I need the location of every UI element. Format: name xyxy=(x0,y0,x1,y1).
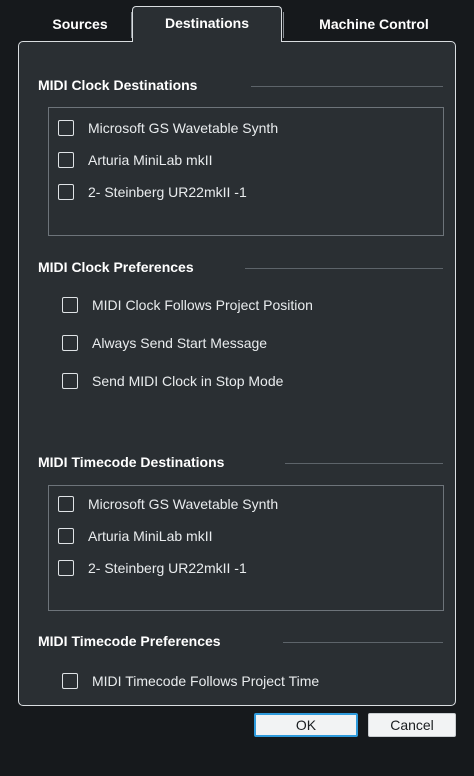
tab-destinations[interactable]: Destinations xyxy=(132,6,282,42)
ok-button[interactable]: OK xyxy=(254,713,358,737)
list-item-label: Microsoft GS Wavetable Synth xyxy=(88,120,279,136)
checkbox-timecode-follows-time[interactable]: MIDI Timecode Follows Project Time xyxy=(62,671,319,691)
timecode-destinations-list[interactable]: Microsoft GS Wavetable Synth Arturia Min… xyxy=(48,485,444,611)
list-item[interactable]: Arturia MiniLab mkII xyxy=(58,150,212,170)
checkbox[interactable] xyxy=(62,673,78,689)
list-item-label: Arturia MiniLab mkII xyxy=(88,528,213,544)
list-item[interactable]: Microsoft GS Wavetable Synth xyxy=(58,118,278,138)
checkbox[interactable] xyxy=(62,297,78,313)
tab-sources[interactable]: Sources xyxy=(30,10,130,38)
tab-bar: Sources Destinations Machine Control xyxy=(0,0,474,42)
list-item-label: 2- Steinberg UR22mkII -1 xyxy=(88,560,247,576)
section-title-clock-destinations: MIDI Clock Destinations xyxy=(38,77,198,93)
checkbox-label: Send MIDI Clock in Stop Mode xyxy=(92,373,284,389)
section-divider xyxy=(251,86,443,87)
checkbox[interactable] xyxy=(62,373,78,389)
cancel-button[interactable]: Cancel xyxy=(368,713,456,737)
section-divider xyxy=(245,268,443,269)
list-item[interactable]: 2- Steinberg UR22mkII -1 xyxy=(58,558,247,578)
destinations-panel: MIDI Clock Destinations Microsoft GS Wav… xyxy=(18,41,456,706)
list-item[interactable]: Arturia MiniLab mkII xyxy=(58,526,212,546)
checkbox[interactable] xyxy=(58,560,74,576)
checkbox-always-send-start[interactable]: Always Send Start Message xyxy=(62,333,267,353)
checkbox-send-clock-stop-mode[interactable]: Send MIDI Clock in Stop Mode xyxy=(62,371,283,391)
section-divider xyxy=(283,642,443,643)
list-item-label: 2- Steinberg UR22mkII -1 xyxy=(88,184,247,200)
tab-machine-control[interactable]: Machine Control xyxy=(292,10,456,38)
section-divider xyxy=(285,463,443,464)
checkbox[interactable] xyxy=(62,335,78,351)
section-title-clock-preferences: MIDI Clock Preferences xyxy=(38,259,194,275)
tab-separator xyxy=(283,12,284,38)
checkbox[interactable] xyxy=(58,528,74,544)
list-item[interactable]: 2- Steinberg UR22mkII -1 xyxy=(58,182,247,202)
checkbox-label: Always Send Start Message xyxy=(92,335,268,351)
clock-destinations-list[interactable]: Microsoft GS Wavetable Synth Arturia Min… xyxy=(48,107,444,236)
section-title-timecode-destinations: MIDI Timecode Destinations xyxy=(38,454,225,470)
checkbox[interactable] xyxy=(58,184,74,200)
section-title-timecode-preferences: MIDI Timecode Preferences xyxy=(38,633,221,649)
checkbox-clock-follows-position[interactable]: MIDI Clock Follows Project Position xyxy=(62,295,313,315)
list-item-label: Arturia MiniLab mkII xyxy=(88,152,213,168)
list-item-label: Microsoft GS Wavetable Synth xyxy=(88,496,279,512)
list-item[interactable]: Microsoft GS Wavetable Synth xyxy=(58,494,278,514)
checkbox[interactable] xyxy=(58,152,74,168)
checkbox-label: MIDI Timecode Follows Project Time xyxy=(92,673,320,689)
checkbox-label: MIDI Clock Follows Project Position xyxy=(92,297,313,313)
midi-sync-dialog: Sources Destinations Machine Control MID… xyxy=(0,0,474,776)
checkbox[interactable] xyxy=(58,496,74,512)
checkbox[interactable] xyxy=(58,120,74,136)
